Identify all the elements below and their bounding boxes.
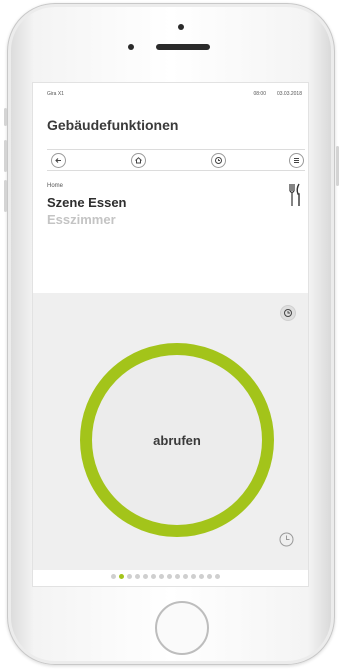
toolbar	[47, 149, 305, 171]
page-dot[interactable]	[111, 574, 116, 579]
scene-name: Szene Essen	[47, 195, 127, 210]
activate-scene-button[interactable]: abrufen	[80, 343, 274, 537]
page-dot[interactable]	[183, 574, 188, 579]
app-screen: Gira X1 08:00 03.03.2018 Gebäudefunktion…	[32, 82, 309, 587]
page-title: Gebäudefunktionen	[47, 117, 179, 133]
panel-timer-button[interactable]	[280, 305, 296, 321]
page-dot[interactable]	[143, 574, 148, 579]
room-name: Esszimmer	[47, 212, 116, 227]
device-name: Gira X1	[47, 91, 64, 97]
page-dot[interactable]	[151, 574, 156, 579]
page-dot[interactable]	[207, 574, 212, 579]
proximity-sensor	[128, 44, 134, 50]
status-time: 08:00	[253, 91, 266, 97]
page-dot[interactable]	[159, 574, 164, 579]
page-dot[interactable]	[119, 574, 124, 579]
page-dot[interactable]	[215, 574, 220, 579]
back-arrow-icon	[55, 158, 61, 163]
front-camera	[178, 24, 184, 30]
page-dot[interactable]	[191, 574, 196, 579]
clock-icon	[284, 309, 292, 317]
power-button	[336, 146, 339, 186]
timer-button[interactable]	[211, 153, 226, 168]
clock-icon	[215, 157, 222, 164]
home-icon	[135, 157, 142, 164]
fork-knife-icon	[289, 183, 300, 206]
earpiece-speaker	[156, 44, 210, 50]
menu-icon	[294, 158, 299, 163]
status-date: 03.03.2018	[276, 91, 302, 97]
page-dot[interactable]	[127, 574, 132, 579]
volume-up-button	[4, 140, 7, 172]
page-dot[interactable]	[167, 574, 172, 579]
page-dot[interactable]	[175, 574, 180, 579]
breadcrumb: Home	[47, 183, 64, 189]
back-button[interactable]	[51, 153, 66, 168]
history-icon[interactable]	[278, 531, 295, 548]
page-indicator	[111, 574, 251, 582]
status-bar: Gira X1 08:00 03.03.2018	[33, 91, 308, 101]
home-button[interactable]	[155, 601, 209, 655]
volume-down-button	[4, 180, 7, 212]
page-dot[interactable]	[199, 574, 204, 579]
silent-switch	[4, 108, 7, 126]
home-nav-button[interactable]	[131, 153, 146, 168]
page-dot[interactable]	[135, 574, 140, 579]
activate-label: abrufen	[153, 432, 201, 448]
menu-button[interactable]	[289, 153, 304, 168]
